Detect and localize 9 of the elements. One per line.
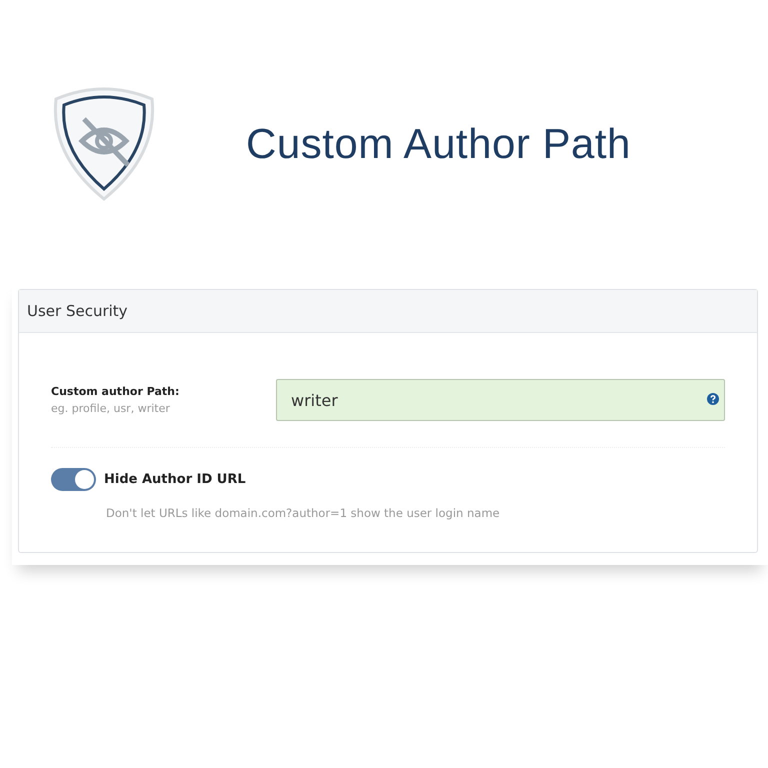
toggle-description: Don't let URLs like domain.com?author=1 show the user login name bbox=[106, 506, 501, 520]
toggle-switch[interactable] bbox=[51, 468, 96, 491]
toggle-label: Hide Author ID URL bbox=[104, 472, 246, 487]
help-icon[interactable] bbox=[707, 393, 719, 405]
field-hint: eg. profile, usr, writer bbox=[51, 402, 171, 415]
page-title: Custom Author Path bbox=[246, 120, 631, 168]
panel-header: User Security bbox=[19, 290, 757, 333]
field-label: Custom author Path: bbox=[51, 385, 180, 398]
path-input-field[interactable]: writer bbox=[276, 379, 725, 421]
